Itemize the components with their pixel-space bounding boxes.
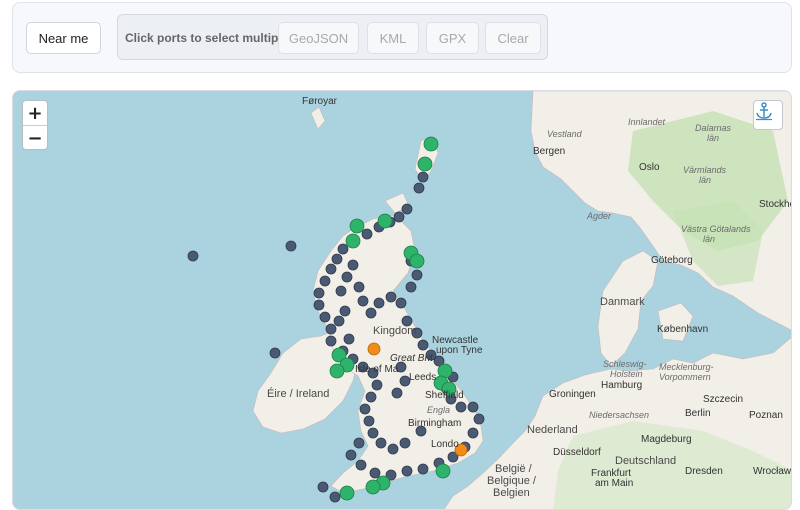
label-dusseldorf: Düsseldorf bbox=[553, 447, 601, 458]
label-lan-1: län bbox=[707, 133, 719, 143]
label-hamburg: Hamburg bbox=[601, 380, 642, 391]
label-belgique: Belgique / bbox=[487, 475, 537, 487]
zealand-island bbox=[657, 302, 694, 342]
multi-select-group: Click ports to select multiple GeoJSON K… bbox=[117, 14, 548, 60]
clear-selection-button[interactable]: Clear bbox=[485, 22, 541, 54]
label-england: Engla bbox=[427, 405, 450, 415]
label-leeds: Leeds bbox=[409, 372, 436, 383]
label-am-main: am Main bbox=[595, 478, 633, 489]
label-groningen: Groningen bbox=[549, 389, 596, 400]
label-lan-2: län bbox=[699, 175, 711, 185]
label-great-britain: Great Brit bbox=[390, 353, 434, 364]
label-bergen: Bergen bbox=[533, 146, 565, 157]
label-eire: Éire / Ireland bbox=[267, 387, 329, 400]
label-dalarnas: Dalarnas bbox=[695, 123, 732, 133]
locate-button[interactable] bbox=[753, 100, 783, 130]
label-kobenhavn: København bbox=[657, 324, 708, 335]
label-upon-tyne: upon Tyne bbox=[436, 345, 483, 356]
near-me-button[interactable]: Near me bbox=[26, 22, 101, 54]
anchor-icon bbox=[756, 102, 772, 121]
label-kingdom: Kingdom bbox=[373, 325, 416, 337]
label-vestland: Vestland bbox=[547, 129, 583, 139]
label-innlandet: Innlandet bbox=[628, 117, 666, 127]
label-mecklenburg: Mecklenburg- bbox=[659, 362, 714, 372]
denmark-landmass bbox=[597, 250, 659, 367]
label-agder: Agder bbox=[586, 211, 612, 221]
label-birmingham: Birmingham bbox=[408, 418, 461, 429]
label-schleswig: Schleswig- bbox=[603, 359, 647, 369]
toolbar: Near me Click ports to select multiple G… bbox=[12, 2, 792, 73]
export-gpx-button[interactable]: GPX bbox=[426, 22, 479, 54]
label-vorpommern: Vorpommern bbox=[659, 372, 711, 382]
label-london: Londo bbox=[431, 439, 459, 450]
label-danmark: Danmark bbox=[600, 296, 645, 308]
label-faroe: Føroyar bbox=[302, 96, 338, 107]
export-geojson-button[interactable]: GeoJSON bbox=[278, 22, 359, 54]
label-niedersachsen: Niedersachsen bbox=[589, 410, 649, 420]
label-magdeburg: Magdeburg bbox=[641, 434, 692, 445]
label-deutschland: Deutschland bbox=[615, 455, 676, 467]
label-varmlands: Värmlands bbox=[683, 165, 727, 175]
zoom-out-button[interactable]: − bbox=[23, 126, 47, 149]
label-nederland: Nederland bbox=[527, 424, 578, 436]
label-wroclaw: Wrocław bbox=[753, 466, 792, 477]
label-berlin: Berlin bbox=[685, 408, 711, 419]
label-sheffield: Sheffield bbox=[425, 390, 464, 401]
label-belgie: België / bbox=[495, 463, 533, 475]
label-vastra: Västra Götalands bbox=[681, 224, 751, 234]
zoom-in-button[interactable]: + bbox=[23, 101, 47, 126]
label-szczecin: Szczecin bbox=[703, 394, 743, 405]
label-lan-3: län bbox=[703, 234, 715, 244]
faroe-islands bbox=[310, 106, 326, 130]
multi-select-hint: Click ports to select multiple bbox=[125, 31, 289, 45]
label-dresden: Dresden bbox=[685, 466, 723, 477]
label-isle-of-man: Isle of Ma bbox=[355, 364, 399, 375]
label-belgien: Belgien bbox=[493, 487, 530, 499]
label-stockholm: Stockho bbox=[759, 199, 792, 210]
zoom-control: + − bbox=[22, 100, 48, 150]
map-view[interactable]: Føroyar Vestland Bergen Oslo Innlandet D… bbox=[12, 90, 792, 510]
label-oslo: Oslo bbox=[639, 162, 660, 173]
label-poznan: Poznan bbox=[749, 410, 783, 421]
label-goteborg: Göteborg bbox=[651, 255, 693, 266]
map-canvas[interactable]: Føroyar Vestland Bergen Oslo Innlandet D… bbox=[13, 91, 792, 510]
label-holstein: Holstein bbox=[610, 369, 643, 379]
export-kml-button[interactable]: KML bbox=[367, 22, 419, 54]
